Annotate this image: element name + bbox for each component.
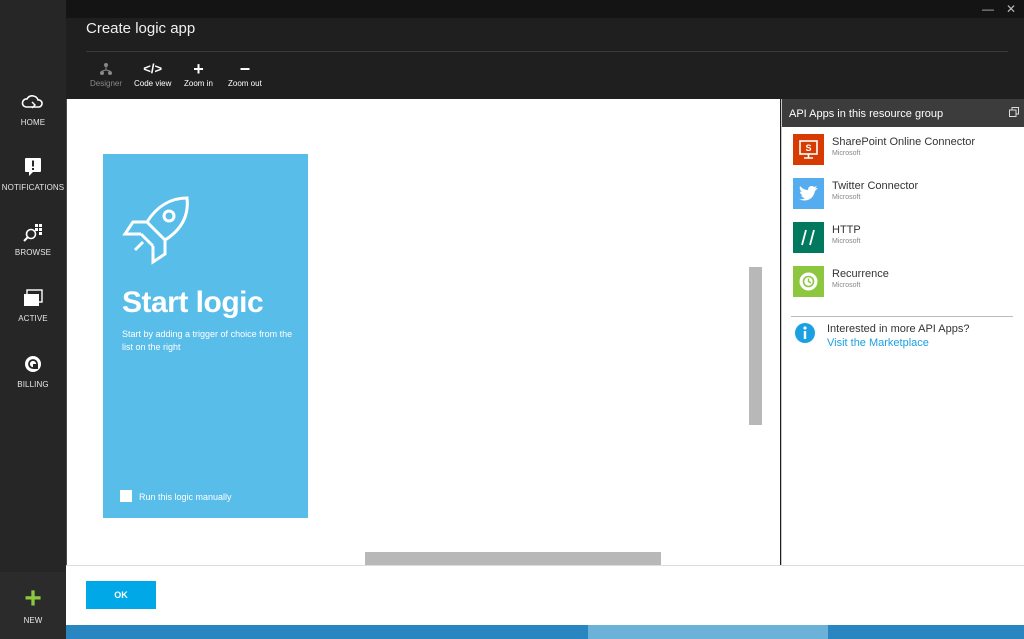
nav-billing[interactable]: BILLING xyxy=(0,354,66,410)
nav-new[interactable]: + NEW xyxy=(0,572,66,639)
card-subtitle: Start by adding a trigger of choice from… xyxy=(122,329,293,352)
header-divider xyxy=(86,51,1008,52)
designer-label: Designer xyxy=(90,79,123,88)
api-app-name: Recurrence xyxy=(832,268,889,280)
nav-active-label: ACTIVE xyxy=(18,314,48,323)
minimize-icon[interactable]: — xyxy=(982,2,994,16)
nav-home[interactable]: HOME xyxy=(0,92,66,148)
recurrence-icon xyxy=(793,266,824,297)
nav-home-label: HOME xyxy=(20,118,46,127)
zoom-in-button[interactable]: + Zoom in xyxy=(184,59,213,88)
nav-new-label: NEW xyxy=(23,616,43,625)
code-icon: </> xyxy=(143,61,163,76)
designer-canvas[interactable]: Start logic Start by adding a trigger of… xyxy=(66,99,780,565)
blade-footer: OK xyxy=(66,565,1024,625)
marketplace-link[interactable]: Visit the Marketplace xyxy=(827,337,929,349)
panel-divider xyxy=(791,316,1013,317)
http-icon xyxy=(793,222,824,253)
code-view-button[interactable]: </> Code view xyxy=(134,61,172,89)
twitter-icon xyxy=(793,178,824,209)
close-icon[interactable]: ✕ xyxy=(1006,2,1016,16)
api-apps-panel: API Apps in this resource group S ShareP… xyxy=(781,99,1024,565)
api-app-publisher: Microsoft xyxy=(832,282,861,289)
info-icon xyxy=(795,323,815,343)
page-title: Create logic app xyxy=(86,20,196,37)
window-icon xyxy=(24,289,43,306)
run-manually-checkbox[interactable] xyxy=(120,490,132,502)
zoom-out-label: Zoom out xyxy=(228,79,262,88)
cloud-icon xyxy=(21,95,43,109)
title-bar: — ✕ xyxy=(66,0,1024,18)
api-app-publisher: Microsoft xyxy=(832,150,861,157)
api-app-publisher: Microsoft xyxy=(832,238,861,245)
designer-button[interactable]: Designer xyxy=(90,62,122,88)
plus-icon: + xyxy=(193,59,204,79)
card-title: Start logic xyxy=(122,286,264,319)
api-app-sharepoint[interactable]: S SharePoint Online Connector Microsoft xyxy=(793,134,1018,170)
svg-text:S: S xyxy=(805,143,811,153)
panel-header: API Apps in this resource group xyxy=(782,99,1024,127)
api-app-name: HTTP xyxy=(832,224,861,236)
api-app-publisher: Microsoft xyxy=(832,194,861,201)
ok-button[interactable]: OK xyxy=(86,581,156,609)
api-app-recurrence[interactable]: Recurrence Microsoft xyxy=(793,266,1018,302)
api-app-http[interactable]: HTTP Microsoft xyxy=(793,222,1018,258)
more-apps-question: Interested in more API Apps? xyxy=(827,323,970,335)
bottom-bar-segment xyxy=(588,625,828,639)
billing-icon xyxy=(25,356,41,372)
vertical-scrollbar[interactable] xyxy=(749,267,762,425)
restore-icon[interactable] xyxy=(1009,107,1019,117)
panel-title: API Apps in this resource group xyxy=(789,108,944,120)
minus-icon: − xyxy=(239,59,251,79)
designer-icon xyxy=(100,63,112,75)
rocket-icon xyxy=(122,196,189,265)
notification-icon xyxy=(25,158,41,176)
nav-notifications[interactable]: NOTIFICATIONS xyxy=(0,157,66,213)
blade-header: — ✕ Create logic app Designer </> Code v… xyxy=(66,0,1024,99)
api-app-name: SharePoint Online Connector xyxy=(832,136,976,148)
zoom-in-label: Zoom in xyxy=(184,79,213,88)
left-nav: HOME NOTIFICATIONS BROWSE ACTIVE BILLING… xyxy=(0,0,66,639)
portal-window: HOME NOTIFICATIONS BROWSE ACTIVE BILLING… xyxy=(0,0,1024,639)
code-view-label: Code view xyxy=(134,79,172,88)
run-manually-label: Run this logic manually xyxy=(139,492,232,502)
api-app-twitter[interactable]: Twitter Connector Microsoft xyxy=(793,178,1018,214)
sharepoint-icon: S xyxy=(793,134,824,165)
horizontal-scrollbar[interactable] xyxy=(365,552,661,565)
browse-icon xyxy=(23,224,42,242)
bottom-progress-bar xyxy=(66,625,1024,639)
nav-notifications-label: NOTIFICATIONS xyxy=(1,183,65,192)
nav-billing-label: BILLING xyxy=(17,380,49,389)
nav-browse-label: BROWSE xyxy=(14,248,52,257)
nav-active[interactable]: ACTIVE xyxy=(0,288,66,344)
nav-browse[interactable]: BROWSE xyxy=(0,222,66,278)
plus-icon: + xyxy=(24,582,42,615)
api-app-name: Twitter Connector xyxy=(832,180,919,192)
start-logic-card[interactable]: Start logic Start by adding a trigger of… xyxy=(103,154,308,518)
zoom-out-button[interactable]: − Zoom out xyxy=(228,59,262,88)
